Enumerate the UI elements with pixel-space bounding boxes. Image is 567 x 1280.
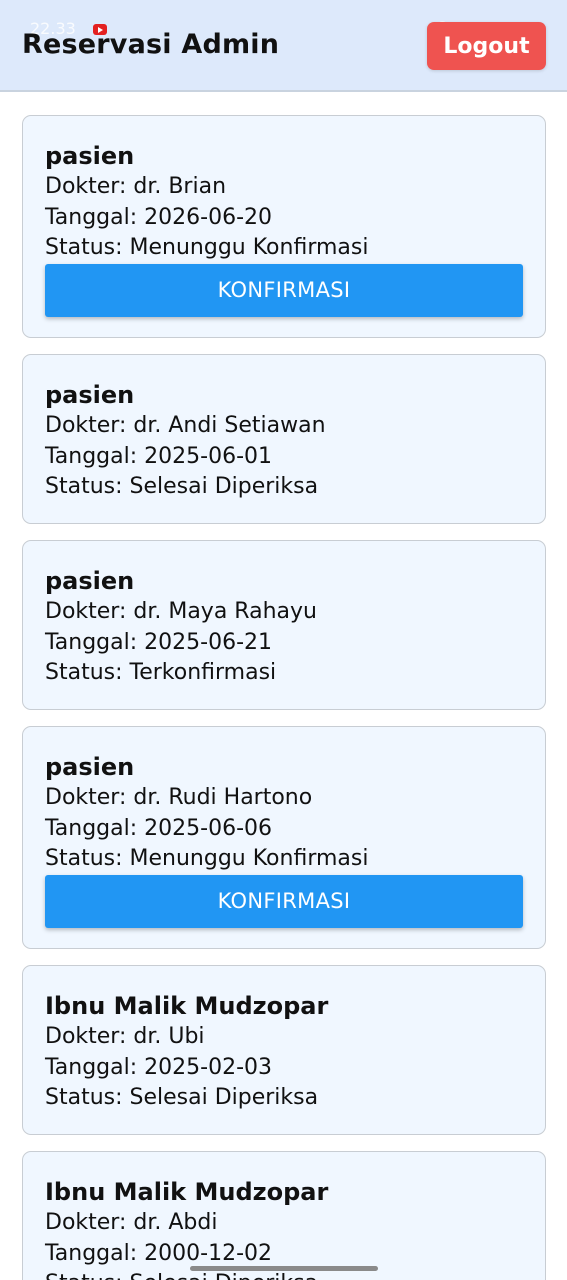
doctor-line: Dokter: dr. Rudi Hartono xyxy=(45,785,313,810)
app-screen: 22.33 🔕︎ ◠ ✈︎ 77 Reservasi Admin Logout … xyxy=(0,0,567,1280)
doctor-line: Dokter: dr. Andi Setiawan xyxy=(45,413,326,438)
home-indicator[interactable] xyxy=(190,1266,378,1271)
reservation-card: pasien Dokter: dr. Andi Setiawan Tanggal… xyxy=(22,354,546,524)
status-line: Status: Selesai Diperiksa xyxy=(45,1085,319,1110)
logout-button[interactable]: Logout xyxy=(427,22,546,70)
reservation-card: pasien Dokter: dr. Maya Rahayu Tanggal: … xyxy=(22,540,546,710)
status-line: Status: Terkonfirmasi xyxy=(45,660,277,685)
reservation-card: Ibnu Malik Mudzopar Dokter: dr. Abdi Tan… xyxy=(22,1151,546,1280)
status-line: Status: Menunggu Konfirmasi xyxy=(45,235,369,260)
reservation-card: Ibnu Malik Mudzopar Dokter: dr. Ubi Tang… xyxy=(22,965,546,1135)
patient-name: pasien xyxy=(45,567,135,595)
patient-name: pasien xyxy=(45,753,135,781)
status-line: Status: Menunggu Konfirmasi xyxy=(45,846,369,871)
date-line: Tanggal: 2000-12-02 xyxy=(45,1240,273,1266)
doctor-line: Dokter: dr. Brian xyxy=(45,174,227,199)
patient-name: pasien xyxy=(45,381,135,409)
date-line: Tanggal: 2025-06-06 xyxy=(45,815,273,841)
doctor-line: Dokter: dr. Abdi xyxy=(45,1210,218,1235)
confirm-button[interactable]: KONFIRMASI xyxy=(45,263,523,317)
confirm-button[interactable]: KONFIRMASI xyxy=(45,874,523,928)
patient-name: Ibnu Malik Mudzopar xyxy=(45,992,329,1020)
status-line: Status: Selesai Diperiksa xyxy=(45,474,319,499)
doctor-line: Dokter: dr. Ubi xyxy=(45,1024,205,1049)
reservation-card: pasien Dokter: dr. Rudi Hartono Tanggal:… xyxy=(22,726,546,949)
page-title: Reservasi Admin xyxy=(22,29,280,60)
date-line: Tanggal: 2025-02-03 xyxy=(45,1054,273,1080)
reservation-list: pasien Dokter: dr. Brian Tanggal: 2026-0… xyxy=(22,115,546,1280)
app-header: 22.33 🔕︎ ◠ ✈︎ 77 Reservasi Admin Logout xyxy=(0,0,567,92)
patient-name: pasien xyxy=(45,142,135,170)
reservation-card: pasien Dokter: dr. Brian Tanggal: 2026-0… xyxy=(22,115,546,338)
patient-name: Ibnu Malik Mudzopar xyxy=(45,1178,329,1206)
date-line: Tanggal: 2026-06-20 xyxy=(45,204,273,230)
doctor-line: Dokter: dr. Maya Rahayu xyxy=(45,599,317,624)
date-line: Tanggal: 2025-06-01 xyxy=(45,443,273,469)
date-line: Tanggal: 2025-06-21 xyxy=(45,629,273,655)
